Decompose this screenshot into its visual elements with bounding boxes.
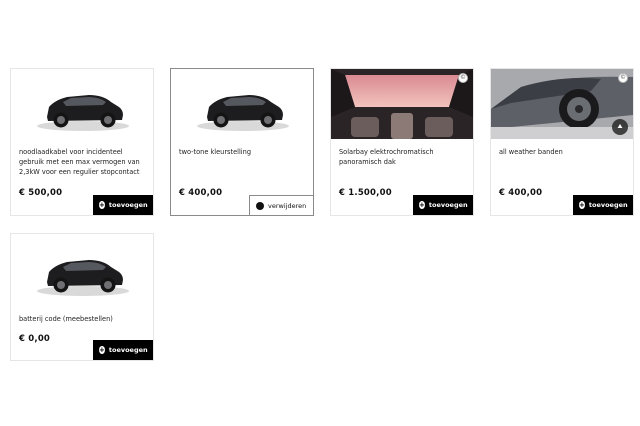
option-description: all weather banden <box>499 148 563 156</box>
option-card-all-weather-tires[interactable]: © ⛰ all weather banden € 400,00 + toevoe… <box>490 68 634 216</box>
option-card-solarbay-roof[interactable]: © Solarbay elektrochromatisch panoramisc… <box>330 68 474 216</box>
option-description: Solarbay elektrochromatisch panoramisch … <box>339 148 434 166</box>
info-icon[interactable]: © <box>618 73 628 83</box>
option-description: noodlaadkabel voor incidenteel gebruik m… <box>19 148 140 176</box>
option-price: € 400,00 <box>499 188 543 198</box>
info-icon[interactable]: © <box>458 73 468 83</box>
wheel-photo: © ⛰ <box>491 69 633 139</box>
add-button[interactable]: + toevoegen <box>93 195 153 215</box>
option-price: € 0,00 <box>19 334 51 344</box>
car-thumbnail <box>171 69 313 139</box>
add-button-label: toevoegen <box>428 201 468 209</box>
car-image <box>197 95 289 131</box>
remove-button[interactable]: verwijderen <box>249 195 313 215</box>
roof-image <box>331 69 473 139</box>
add-button-label: toevoegen <box>588 201 628 209</box>
remove-icon <box>256 201 264 210</box>
car-image <box>37 95 129 131</box>
option-card-battery-code[interactable]: batterij code (meebestellen) € 0,00 + to… <box>10 233 154 361</box>
car-image <box>37 260 129 296</box>
option-description: two-tone kleurstelling <box>179 148 252 156</box>
options-grid: noodlaadkabel voor incidenteel gebruik m… <box>10 68 636 368</box>
plus-icon: + <box>99 201 105 209</box>
plus-icon: + <box>579 201 585 209</box>
add-button[interactable]: + toevoegen <box>573 195 633 215</box>
plus-icon: + <box>99 346 105 354</box>
option-card-two-tone[interactable]: two-tone kleurstelling € 400,00 verwijde… <box>170 68 314 216</box>
add-button[interactable]: + toevoegen <box>93 340 153 360</box>
option-description: batterij code (meebestellen) <box>19 315 113 323</box>
remove-button-label: verwijderen <box>268 201 307 210</box>
add-button[interactable]: + toevoegen <box>413 195 473 215</box>
ar-view-icon[interactable]: ⛰ <box>612 119 628 135</box>
add-button-label: toevoegen <box>108 346 148 354</box>
option-card-charging-cable[interactable]: noodlaadkabel voor incidenteel gebruik m… <box>10 68 154 216</box>
car-thumbnail <box>11 69 153 139</box>
plus-icon: + <box>419 201 425 209</box>
option-price: € 400,00 <box>179 188 223 198</box>
add-button-label: toevoegen <box>108 201 148 209</box>
car-thumbnail <box>11 234 153 304</box>
panoramic-roof-photo: © <box>331 69 473 139</box>
option-price: € 1.500,00 <box>339 188 392 198</box>
option-price: € 500,00 <box>19 188 63 198</box>
